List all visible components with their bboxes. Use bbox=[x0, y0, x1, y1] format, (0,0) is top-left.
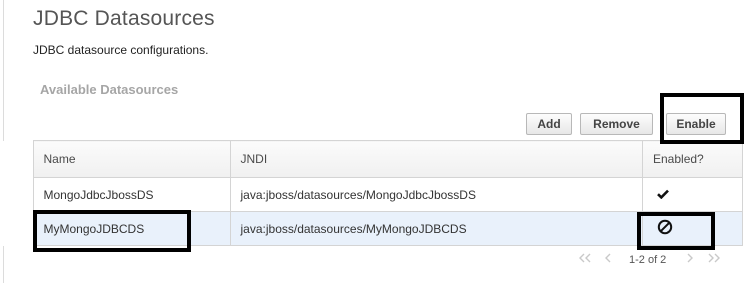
column-header-jndi[interactable]: JNDI bbox=[229, 140, 643, 178]
table-gutter bbox=[0, 211, 34, 246]
column-header-enabled[interactable]: Enabled? bbox=[642, 140, 743, 178]
disabled-icon bbox=[657, 219, 673, 238]
table-gutter bbox=[0, 177, 34, 212]
datasources-table: Name JNDI Enabled? MongoJdbcJbossDS java… bbox=[0, 140, 743, 246]
table-row[interactable]: MyMongoJDBCDS java:jboss/datasources/MyM… bbox=[0, 211, 743, 246]
chevron-right-icon[interactable] bbox=[686, 251, 694, 269]
section-title: Available Datasources bbox=[40, 82, 179, 97]
datasource-jndi[interactable]: java:jboss/datasources/MyMongoJDBCDS bbox=[229, 211, 643, 246]
table-gutter bbox=[0, 140, 34, 178]
column-header-name[interactable]: Name bbox=[32, 140, 231, 178]
datasource-enabled[interactable] bbox=[642, 211, 743, 246]
datasource-name[interactable]: MongoJdbcJbossDS bbox=[32, 177, 231, 212]
datasource-name[interactable]: MyMongoJDBCDS bbox=[32, 211, 231, 246]
double-chevron-right-icon[interactable] bbox=[706, 251, 722, 269]
pagination-info: 1-2 of 2 bbox=[629, 254, 667, 266]
add-button[interactable]: Add bbox=[526, 113, 572, 135]
table-header-row: Name JNDI Enabled? bbox=[0, 140, 743, 178]
page-title: JDBC Datasources bbox=[33, 7, 215, 30]
checkmark-icon bbox=[657, 188, 669, 202]
datasource-enabled[interactable] bbox=[642, 177, 743, 212]
pagination: 1-2 of 2 bbox=[575, 251, 725, 269]
datasource-jndi[interactable]: java:jboss/datasources/MongoJdbcJbossDS bbox=[229, 177, 643, 212]
page-description: JDBC datasource configurations. bbox=[33, 43, 209, 57]
double-chevron-left-icon[interactable] bbox=[577, 251, 593, 269]
chevron-left-icon[interactable] bbox=[604, 251, 612, 269]
table-row[interactable]: MongoJdbcJbossDS java:jboss/datasources/… bbox=[0, 177, 743, 212]
enable-button[interactable]: Enable bbox=[666, 113, 726, 135]
remove-button[interactable]: Remove bbox=[580, 113, 653, 135]
